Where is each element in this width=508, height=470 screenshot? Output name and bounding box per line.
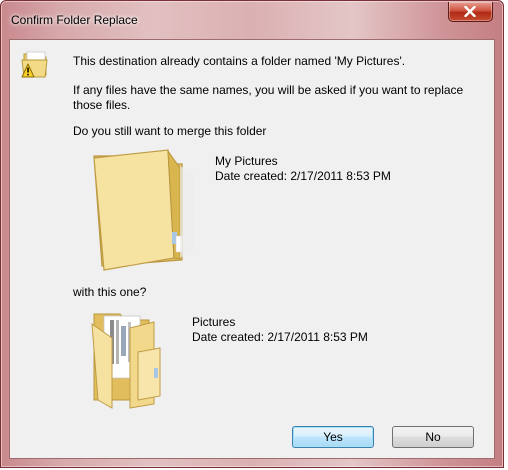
target-folder-name: Pictures (192, 315, 236, 329)
message-line-2a: If any files have the same names, you wi… (73, 83, 464, 97)
title-bar[interactable]: Confirm Folder Replace (1, 1, 503, 31)
merge-question: Do you still want to merge this folder (73, 124, 267, 138)
close-button[interactable] (448, 2, 493, 22)
dialog-content: This destination already contains a fold… (9, 39, 495, 459)
connector-text: with this one? (73, 285, 147, 299)
target-folder-date: Date created: 2/17/2011 8:53 PM (192, 330, 368, 344)
folder-warning-icon (21, 51, 48, 78)
dialog-window: Confirm Folder Replace This destination … (0, 0, 504, 468)
close-icon (464, 6, 476, 17)
target-folder-icon (91, 313, 161, 409)
window-title: Confirm Folder Replace (11, 13, 138, 27)
message-line-1: This destination already contains a fold… (73, 54, 406, 68)
source-folder-date: Date created: 2/17/2011 8:53 PM (215, 169, 391, 183)
yes-button[interactable]: Yes (292, 426, 374, 448)
no-button[interactable]: No (392, 426, 474, 448)
source-folder-icon (93, 149, 194, 271)
message-line-2b: those files. (73, 98, 131, 112)
source-folder-name: My Pictures (215, 154, 278, 168)
